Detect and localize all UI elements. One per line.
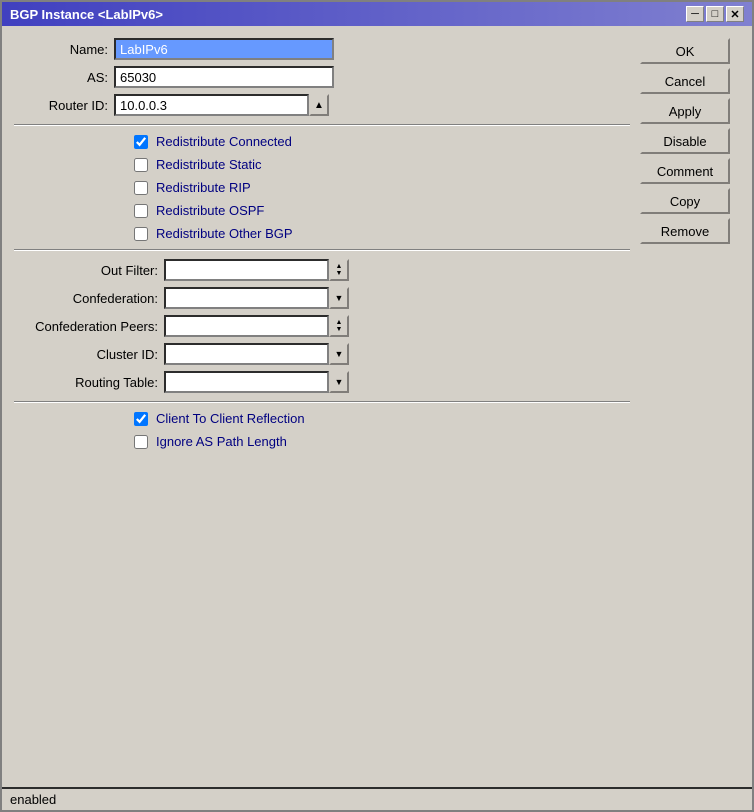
comment-button[interactable]: Comment — [640, 158, 730, 184]
as-label: AS: — [14, 70, 114, 85]
as-input[interactable] — [114, 66, 334, 88]
confederation-input-group: ▼ — [164, 287, 349, 309]
confederation-peers-input-group: ▲ ▼ — [164, 315, 349, 337]
router-id-field-group: ▲ — [114, 94, 329, 116]
confederation-row: Confederation: ▼ — [14, 287, 630, 309]
name-input[interactable] — [114, 38, 334, 60]
redistribute-connected-checkbox[interactable] — [134, 135, 148, 149]
confederation-input[interactable] — [164, 287, 329, 309]
confederation-peers-label: Confederation Peers: — [14, 319, 164, 334]
name-row: Name: — [14, 38, 630, 60]
status-bar: enabled — [2, 787, 752, 810]
confederation-peers-spinner-btn[interactable]: ▲ ▼ — [329, 315, 349, 337]
out-filter-combo-btn[interactable]: ▲ ▼ — [329, 259, 349, 281]
window: BGP Instance <LabIPv6> ─ □ ✕ Name: AS: R… — [0, 0, 754, 812]
remove-button[interactable]: Remove — [640, 218, 730, 244]
router-id-spinner[interactable]: ▲ — [309, 94, 329, 116]
disable-button[interactable]: Disable — [640, 128, 730, 154]
routing-table-dropdown-btn[interactable]: ▼ — [329, 371, 349, 393]
confederation-peers-row: Confederation Peers: ▲ ▼ — [14, 315, 630, 337]
window-title: BGP Instance <LabIPv6> — [10, 7, 163, 22]
client-to-client-checkbox[interactable] — [134, 412, 148, 426]
cluster-id-input[interactable] — [164, 343, 329, 365]
confederation-label: Confederation: — [14, 291, 164, 306]
client-to-client-row: Client To Client Reflection — [134, 411, 630, 426]
redistribute-ospf-label: Redistribute OSPF — [156, 203, 264, 218]
cluster-id-label: Cluster ID: — [14, 347, 164, 362]
redistribute-static-row: Redistribute Static — [134, 157, 630, 172]
separator-2 — [14, 249, 630, 251]
out-filter-row: Out Filter: ▲ ▼ — [14, 259, 630, 281]
title-bar: BGP Instance <LabIPv6> ─ □ ✕ — [2, 2, 752, 26]
routing-table-row: Routing Table: ▼ — [14, 371, 630, 393]
router-id-row: Router ID: ▲ — [14, 94, 630, 116]
cancel-button[interactable]: Cancel — [640, 68, 730, 94]
name-label: Name: — [14, 42, 114, 57]
routing-table-input-group: ▼ — [164, 371, 349, 393]
out-filter-input[interactable] — [164, 259, 329, 281]
routing-table-label: Routing Table: — [14, 375, 164, 390]
redistribute-connected-row: Redistribute Connected — [134, 134, 630, 149]
redistribute-other-bgp-checkbox[interactable] — [134, 227, 148, 241]
confederation-peers-input[interactable] — [164, 315, 329, 337]
right-panel: OK Cancel Apply Disable Comment Copy Rem… — [640, 38, 740, 775]
redistribute-connected-label: Redistribute Connected — [156, 134, 292, 149]
title-bar-buttons: ─ □ ✕ — [686, 6, 744, 22]
redistribute-rip-checkbox[interactable] — [134, 181, 148, 195]
ignore-as-path-row: Ignore AS Path Length — [134, 434, 630, 449]
close-button[interactable]: ✕ — [726, 6, 744, 22]
confederation-dropdown-btn[interactable]: ▼ — [329, 287, 349, 309]
out-filter-label: Out Filter: — [14, 263, 164, 278]
redistribute-other-bgp-row: Redistribute Other BGP — [134, 226, 630, 241]
maximize-button[interactable]: □ — [706, 6, 724, 22]
left-panel: Name: AS: Router ID: ▲ Redistribute — [14, 38, 630, 775]
main-content: Name: AS: Router ID: ▲ Redistribute — [2, 26, 752, 787]
minimize-button[interactable]: ─ — [686, 6, 704, 22]
cluster-id-input-group: ▼ — [164, 343, 349, 365]
out-filter-input-group: ▲ ▼ — [164, 259, 349, 281]
redistribute-rip-row: Redistribute RIP — [134, 180, 630, 195]
cluster-id-dropdown-btn[interactable]: ▼ — [329, 343, 349, 365]
cluster-id-row: Cluster ID: ▼ — [14, 343, 630, 365]
redistribute-static-checkbox[interactable] — [134, 158, 148, 172]
separator-1 — [14, 124, 630, 126]
routing-table-input[interactable] — [164, 371, 329, 393]
ignore-as-path-label: Ignore AS Path Length — [156, 434, 287, 449]
ignore-as-path-checkbox[interactable] — [134, 435, 148, 449]
filter-section: Out Filter: ▲ ▼ Confederation: ▼ — [14, 259, 630, 393]
redistribute-static-label: Redistribute Static — [156, 157, 262, 172]
redistribute-other-bgp-label: Redistribute Other BGP — [156, 226, 293, 241]
router-id-input[interactable] — [114, 94, 309, 116]
separator-3 — [14, 401, 630, 403]
router-id-label: Router ID: — [14, 98, 114, 113]
redistribute-ospf-checkbox[interactable] — [134, 204, 148, 218]
apply-button[interactable]: Apply — [640, 98, 730, 124]
ok-button[interactable]: OK — [640, 38, 730, 64]
redistribute-rip-label: Redistribute RIP — [156, 180, 251, 195]
client-to-client-label: Client To Client Reflection — [156, 411, 305, 426]
as-row: AS: — [14, 66, 630, 88]
copy-button[interactable]: Copy — [640, 188, 730, 214]
redistribute-ospf-row: Redistribute OSPF — [134, 203, 630, 218]
status-text: enabled — [10, 792, 56, 807]
